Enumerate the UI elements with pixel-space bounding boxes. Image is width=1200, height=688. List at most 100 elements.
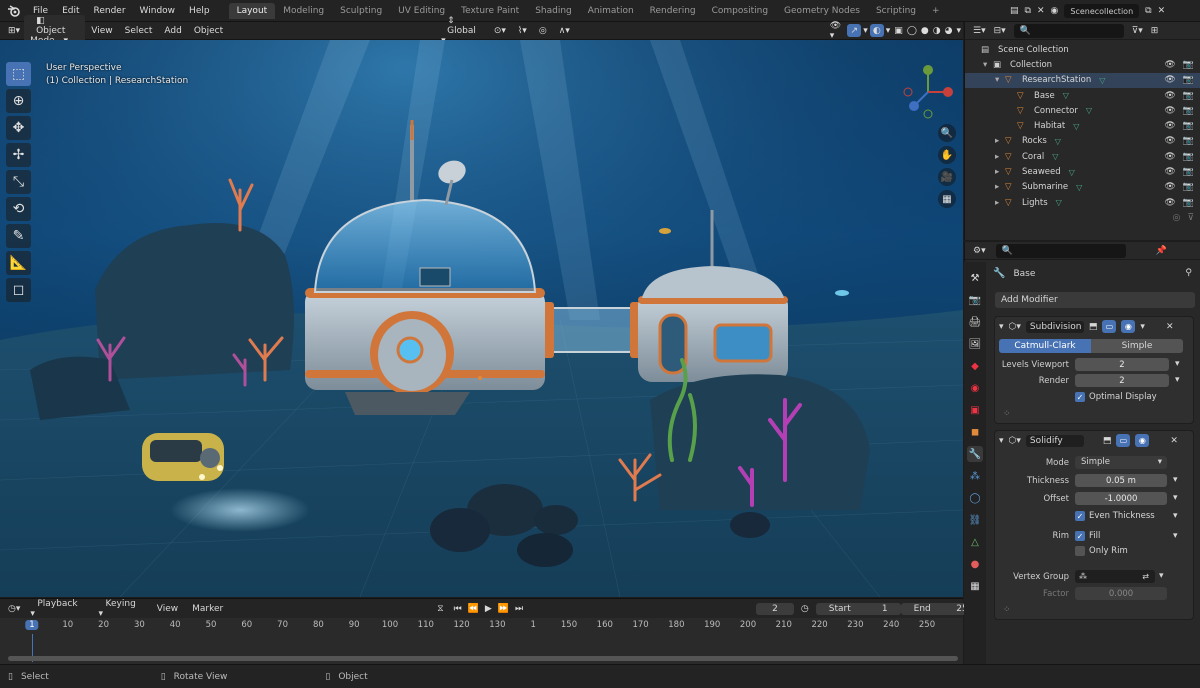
add-modifier-button[interactable]: Add Modifier	[995, 292, 1195, 308]
dropdown-icon[interactable]: ▾	[1140, 322, 1145, 332]
next-keyframe-icon[interactable]: ⏩	[495, 604, 512, 614]
modifier-name-field[interactable]: Solidify	[1025, 434, 1084, 447]
outliner-row[interactable]: ▤ Scene Collection	[965, 42, 1200, 57]
output-tab-icon[interactable]: 🖨	[967, 314, 983, 330]
simple-button[interactable]: Simple	[1091, 339, 1183, 353]
object-menu[interactable]: Object	[188, 26, 229, 36]
eye-icon[interactable]: 👁	[1164, 60, 1175, 70]
tab-geometry-nodes[interactable]: Geometry Nodes	[776, 3, 868, 19]
camera-icon[interactable]: 📷	[1183, 106, 1194, 116]
filter-icon[interactable]: ◎	[1173, 213, 1181, 223]
editor-type-icon[interactable]: ◷▾	[0, 604, 23, 614]
cursor-tool-icon[interactable]: ⊕	[6, 89, 31, 113]
view-layer-icon[interactable]: ◉	[1051, 6, 1059, 16]
jump-start-icon[interactable]: ⏮	[451, 604, 465, 614]
play-icon[interactable]: ▶	[482, 604, 495, 614]
shading-wireframe-icon[interactable]: ◯	[905, 26, 919, 36]
tab-scripting[interactable]: Scripting	[868, 3, 924, 19]
modifier-tab-icon[interactable]: 🔧	[967, 446, 983, 462]
animate-property-icon[interactable]: ▾	[1175, 359, 1180, 369]
prev-keyframe-icon[interactable]: ⏪	[465, 604, 482, 614]
measure-tool-icon[interactable]: 📐	[6, 251, 31, 275]
shading-rendered-icon[interactable]: ◕	[943, 26, 955, 36]
view-layer-field[interactable]: Scenecollection	[1064, 4, 1140, 18]
eye-icon[interactable]: 👁	[1164, 106, 1175, 116]
mode-dropdown[interactable]: Simple ▾	[1075, 456, 1167, 469]
gizmo-toggle-icon[interactable]: ↗	[847, 24, 862, 37]
snap-icon[interactable]: ⌇▾	[512, 26, 533, 36]
properties-search-input[interactable]: 🔍	[995, 243, 1126, 258]
camera-icon[interactable]: 📷	[1183, 167, 1194, 177]
tab-layout[interactable]: Layout	[228, 2, 276, 19]
shading-material-icon[interactable]: ◑	[931, 26, 943, 36]
pin-icon[interactable]: 📌	[1156, 246, 1167, 256]
overlay-dropdown-icon[interactable]: ▾	[884, 26, 893, 36]
zoom-icon[interactable]: 🔍	[938, 124, 956, 142]
offset-field[interactable]: -1.0000	[1075, 492, 1167, 505]
invert-icon[interactable]: ⇄	[1142, 570, 1149, 583]
eye-icon[interactable]: 👁	[1164, 136, 1175, 146]
outliner-row[interactable]: ▸ ▽ Rocks ▽ 👁 📷	[965, 134, 1200, 149]
expand-arrow-icon[interactable]: ▸	[995, 152, 1005, 162]
properties-editor-icon[interactable]: ⚙▾	[973, 246, 986, 256]
copy-icon[interactable]: ⧉	[1025, 6, 1031, 16]
edit-mode-toggle-icon[interactable]: ⬒	[1103, 436, 1112, 446]
panel-drag-icon[interactable]: ⁘	[1003, 605, 1011, 615]
grid-perspective-icon[interactable]: ▦	[938, 190, 956, 208]
menu-window[interactable]: Window	[133, 6, 183, 16]
particles-tab-icon[interactable]: ⁂	[967, 468, 983, 484]
tool-tab-icon[interactable]: ⚒	[967, 270, 983, 286]
animate-property-icon[interactable]: ▾	[1173, 531, 1178, 541]
select-menu[interactable]: Select	[119, 26, 159, 36]
render-toggle-icon[interactable]: ◉	[1135, 434, 1150, 447]
keying-menu[interactable]: Keying ▾	[92, 599, 150, 619]
edit-mode-toggle-icon[interactable]: ⬒	[1089, 322, 1098, 332]
add-menu[interactable]: Add	[158, 26, 187, 36]
vertex-group-field[interactable]: ⁂ ⇄	[1075, 570, 1155, 583]
thickness-field[interactable]: 0.05 m	[1075, 474, 1167, 487]
outliner-row[interactable]: ▽ Base ▽ 👁 📷	[965, 88, 1200, 103]
remove-modifier-icon[interactable]: ✕	[1170, 436, 1178, 446]
eye-icon[interactable]: 👁	[1164, 198, 1175, 208]
optimal-display-checkbox[interactable]: ✓	[1075, 392, 1085, 402]
camera-icon[interactable]: 📷	[1183, 182, 1194, 192]
eye-icon[interactable]: 👁	[1164, 152, 1175, 162]
constraints-tab-icon[interactable]: ⛓	[967, 512, 983, 528]
close-icon[interactable]: ✕	[1037, 6, 1045, 16]
menu-render[interactable]: Render	[87, 6, 133, 16]
tab-rendering[interactable]: Rendering	[642, 3, 704, 19]
navigation-gizmo[interactable]	[900, 62, 956, 122]
world-tab-icon[interactable]: ◉	[967, 380, 983, 396]
move-tool-icon[interactable]: ✥	[6, 116, 31, 140]
camera-icon[interactable]: 📷	[1183, 198, 1194, 208]
scale-tool-icon[interactable]: ⤡	[6, 170, 31, 194]
add-workspace-button[interactable]: +	[924, 3, 948, 19]
expand-arrow-icon[interactable]: ▸	[995, 182, 1005, 192]
outliner-row[interactable]: ▸ ▽ Lights ▽ 👁 📷	[965, 195, 1200, 210]
pan-hand-icon[interactable]: ✋	[938, 146, 956, 164]
render-toggle-icon[interactable]: ◉	[1121, 320, 1136, 333]
collection-tab-icon[interactable]: ▣	[967, 402, 983, 418]
animate-property-icon[interactable]: ▾	[1173, 493, 1178, 503]
clock-icon[interactable]: ◷	[794, 604, 816, 614]
timeline-scrollbar[interactable]	[8, 656, 958, 661]
overlay-toggle-icon[interactable]: ◐	[869, 24, 884, 37]
collapse-icon[interactable]: ▾	[999, 322, 1004, 332]
fill-checkbox[interactable]: ✓	[1075, 531, 1085, 541]
funnel-icon[interactable]: ⊽	[1187, 213, 1194, 223]
factor-field[interactable]: 0.000	[1075, 587, 1167, 600]
shading-dropdown-icon[interactable]: ▾	[954, 26, 963, 36]
modifier-name-field[interactable]: Subdivision	[1025, 320, 1084, 333]
physics-tab-icon[interactable]: ◯	[967, 490, 983, 506]
scene-tab-icon[interactable]: ◆	[967, 358, 983, 374]
animate-property-icon[interactable]: ▾	[1175, 375, 1180, 385]
rotate-tool-icon[interactable]: ✢	[6, 143, 31, 167]
close-icon[interactable]: ✕	[1158, 6, 1166, 16]
panel-drag-icon[interactable]: ⁘	[1003, 409, 1011, 419]
collapse-icon[interactable]: ▾	[999, 436, 1004, 446]
playback-menu[interactable]: Playback ▾	[23, 599, 91, 619]
add-cube-tool-icon[interactable]: ◻	[6, 278, 31, 302]
select-box-tool-icon[interactable]: ⬚	[6, 62, 31, 86]
start-frame-field[interactable]: Start 1	[815, 602, 901, 615]
jump-end-icon[interactable]: ⏭	[512, 604, 526, 614]
